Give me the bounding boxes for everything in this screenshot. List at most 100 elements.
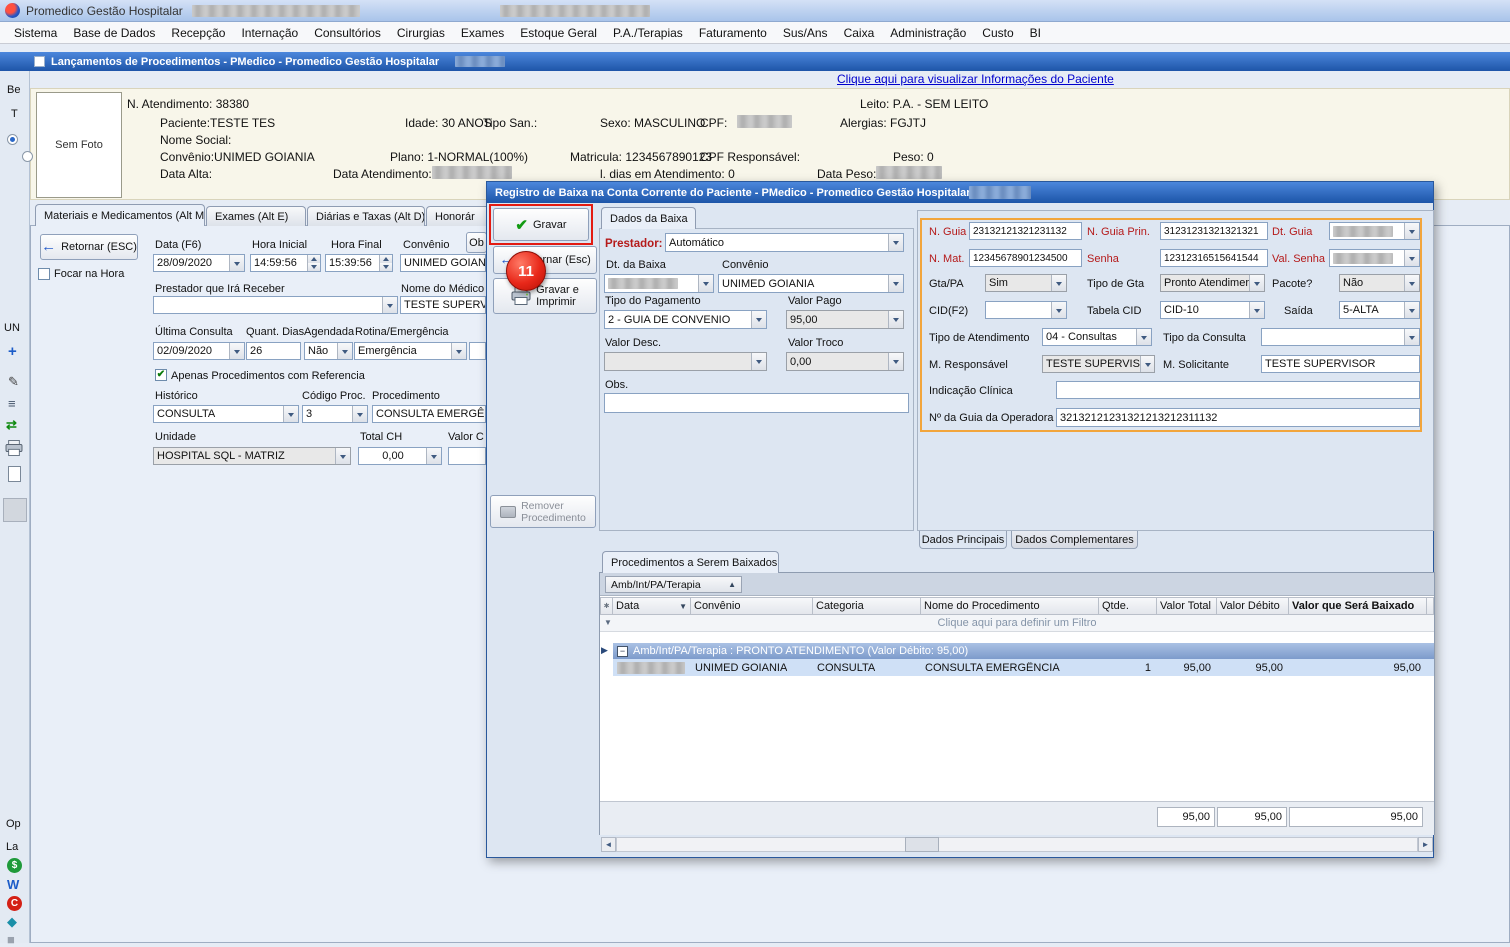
chevron-down-icon[interactable] [335,448,350,464]
chevron-down-icon[interactable] [888,234,903,251]
sync-icon[interactable]: ⇄ [6,417,17,433]
historico-combo[interactable]: CONSULTA [153,405,299,423]
data-f6-combo[interactable]: 28/09/2020 [153,254,245,272]
patient-info-link[interactable]: Clique aqui para visualizar Informações … [837,72,1114,86]
menu-administracao[interactable]: Administração [882,23,974,43]
dt-baixa-combo[interactable] [604,274,714,293]
spin-buttons-icon[interactable] [379,255,392,271]
diamond-icon[interactable]: ◆ [7,914,17,930]
chevron-down-icon[interactable] [426,448,441,464]
valor-pago-field[interactable]: 95,00 [786,310,904,329]
prestador-recebe-combo[interactable] [153,296,398,314]
chevron-down-icon[interactable] [698,275,713,292]
menu-internacao[interactable]: Internação [233,23,306,43]
tab-procedimentos-baixados[interactable]: Procedimentos a Serem Baixados [602,551,779,573]
quant-dias-field[interactable]: 26 [246,342,301,360]
add-icon[interactable]: + [8,343,17,360]
list-icon[interactable]: ≡ [8,396,16,411]
grid-header-convenio[interactable]: Convênio [691,597,813,615]
menu-pa-terapias[interactable]: P.A./Terapias [605,23,691,43]
chevron-down-icon[interactable] [229,343,244,359]
hora-final-spinner[interactable]: 15:39:56 [325,254,393,272]
rotina-emergencia-combo[interactable]: Emergência [354,342,467,360]
copyright-icon[interactable]: C [7,896,22,911]
menu-exames[interactable]: Exames [453,23,512,43]
menu-estoque-geral[interactable]: Estoque Geral [512,23,605,43]
chevron-down-icon[interactable] [751,311,766,328]
chevron-down-icon[interactable] [888,311,903,328]
chevron-down-icon[interactable] [451,343,466,359]
edit-icon[interactable]: ✎ [8,374,19,390]
chevron-down-icon[interactable] [888,275,903,292]
tipo-pagamento-combo[interactable]: 2 - GUIA DE CONVENIO [604,310,767,329]
obs-input[interactable] [604,393,909,413]
grid-header-valor-debito[interactable]: Valor Débito [1217,597,1289,615]
valor-troco-field[interactable]: 0,00 [786,352,904,371]
print-icon[interactable] [5,440,23,456]
chevron-down-icon[interactable] [352,406,367,422]
menu-caixa[interactable]: Caixa [836,23,883,43]
hscroll-right-button[interactable]: ► [1418,837,1433,852]
menu-sus-ans[interactable]: Sus/Ans [775,23,836,43]
menu-recepcao[interactable]: Recepção [163,23,233,43]
menu-consultorios[interactable]: Consultórios [306,23,389,43]
apenas-referencia-checkbox[interactable]: ✔ [155,369,167,381]
nome-medico-field[interactable]: TESTE SUPERVIS [400,296,486,314]
valor-c-field[interactable] [448,447,486,465]
retornar-esc-button[interactable]: ← Retornar (ESC) [40,234,138,260]
total-ch-combo[interactable]: 0,00 [358,447,442,465]
menu-sistema[interactable]: Sistema [6,23,65,43]
hscroll-thumb[interactable] [905,837,939,852]
ultima-consulta-combo[interactable]: 02/09/2020 [153,342,245,360]
grid-filter-row[interactable]: ▼ Clique aqui para definir um Filtro [600,615,1434,632]
convenio-field[interactable]: UNIMED GOIANI [400,254,486,272]
grid-header-qtde[interactable]: Qtde. [1099,597,1157,615]
convenio-baixa-combo[interactable]: UNIMED GOIANIA [718,274,904,293]
chevron-down-icon[interactable] [888,353,903,370]
chevron-down-icon[interactable] [337,343,352,359]
page-icon[interactable] [8,466,21,482]
grid-header-procedimento[interactable]: Nome do Procedimento [921,597,1099,615]
grid-groupby-chip[interactable]: Amb/Int/PA/Terapia ▲ [605,576,742,593]
menu-custo[interactable]: Custo [974,23,1021,43]
chevron-down-icon[interactable] [229,255,244,271]
word-icon[interactable]: W [7,877,19,892]
block-icon[interactable]: ■ [7,932,15,947]
tab-dados-complementares[interactable]: Dados Complementares [1011,531,1138,549]
focar-na-hora-checkbox[interactable] [38,268,50,280]
cut-field[interactable] [469,342,486,360]
grid-header-categoria[interactable]: Categoria [813,597,921,615]
menu-faturamento[interactable]: Faturamento [691,23,775,43]
procedimento-field[interactable]: CONSULTA EMERGÊN [372,405,486,423]
valor-desc-field[interactable] [604,352,767,371]
hscroll-track[interactable] [616,837,1418,852]
grid-group-row[interactable]: − Amb/Int/PA/Terapia : PRONTO ATENDIMENT… [613,643,1434,659]
tab-diarias-taxas[interactable]: Diárias e Taxas (Alt D) [307,206,425,226]
tab-materiais-medicamentos[interactable]: Materiais e Medicamentos (Alt M) [35,204,205,226]
tab-exames[interactable]: Exames (Alt E) [206,206,306,226]
collapse-icon[interactable]: − [617,646,628,657]
dialog-titlebar[interactable]: Registro de Baixa na Conta Corrente do P… [487,182,1433,203]
remover-procedimento-button[interactable]: Remover Procedimento [490,495,596,528]
hora-inicial-spinner[interactable]: 14:59:56 [250,254,321,272]
prestador-combo[interactable]: Automático [665,233,904,252]
tab-dados-principais[interactable]: Dados Principais [919,531,1007,549]
spin-buttons-icon[interactable] [307,255,320,271]
hscroll-left-button[interactable]: ◄ [601,837,616,852]
chevron-down-icon[interactable] [382,297,397,313]
gravar-imprimir-button[interactable]: Gravar e Imprimir [493,278,597,314]
menu-base-de-dados[interactable]: Base de Dados [65,23,163,43]
chevron-down-icon[interactable] [751,353,766,370]
grid-header-valor-baixado[interactable]: Valor que Será Baixado [1289,597,1427,615]
unidade-combo[interactable]: HOSPITAL SQL - MATRIZ [153,447,351,465]
grid-header-valor-total[interactable]: Valor Total [1157,597,1217,615]
menu-cirurgias[interactable]: Cirurgias [389,23,453,43]
menu-bi[interactable]: BI [1022,23,1049,43]
tab-dados-da-baixa[interactable]: Dados da Baixa [601,207,696,229]
left-radio-1[interactable] [7,134,18,145]
grid-header-data[interactable]: Data▼ [613,597,691,615]
money-icon[interactable]: $ [7,858,22,873]
agendada-combo[interactable]: Não [304,342,353,360]
codigo-proc-combo[interactable]: 3 [302,405,368,423]
obs-button-partial[interactable]: Ob [466,232,487,253]
